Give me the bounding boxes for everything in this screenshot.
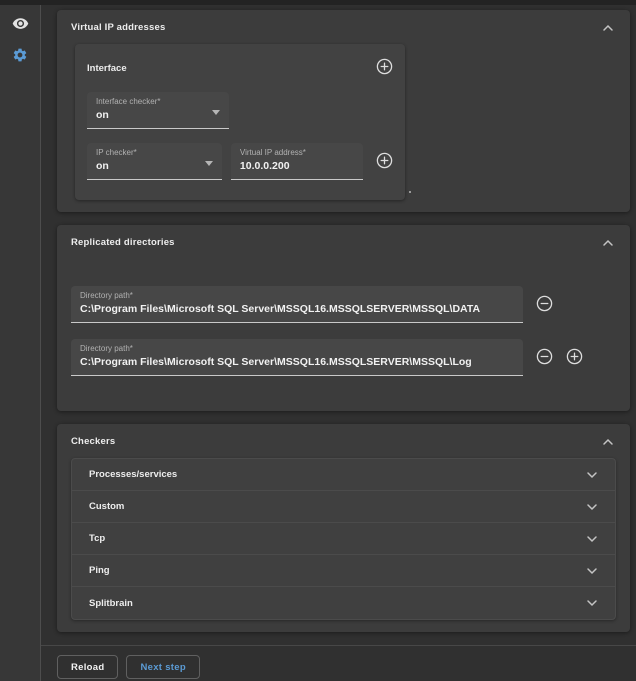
dropdown-arrow-icon [212, 110, 220, 115]
ip-checker-select[interactable]: IP checker* on [87, 143, 222, 180]
plus-circle-icon [376, 152, 393, 172]
collapse-virtual-ip-button[interactable] [600, 20, 616, 35]
minus-circle-icon [536, 348, 553, 368]
directory-path-value: C:\Program Files\Microsoft SQL Server\MS… [80, 356, 514, 368]
chevron-up-icon [602, 20, 614, 35]
reload-button[interactable]: Reload [57, 655, 118, 679]
minus-circle-icon [536, 295, 553, 315]
interface-checker-select[interactable]: Interface checker* on [87, 92, 229, 129]
chevron-down-icon [586, 498, 598, 516]
resize-grip-dot [409, 191, 411, 193]
checker-item-ping[interactable]: Ping [72, 555, 615, 587]
directory-path-label: Directory path* [80, 344, 514, 353]
checker-item-label: Tcp [89, 533, 105, 544]
eye-icon [12, 15, 29, 37]
chevron-down-icon [586, 466, 598, 484]
virtual-ip-address-value: 10.0.0.200 [240, 160, 354, 172]
chevron-up-icon [602, 434, 614, 449]
visibility-nav-button[interactable] [8, 14, 32, 38]
plus-circle-icon [566, 348, 583, 368]
checker-item-label: Processes/services [89, 469, 177, 480]
section-checkers: Checkers Processes/services Custom [57, 424, 630, 632]
directory-row: Directory path* C:\Program Files\Microso… [71, 339, 616, 376]
section-title-replicated-directories: Replicated directories [71, 237, 175, 248]
checker-item-processes-services[interactable]: Processes/services [72, 459, 615, 491]
checker-item-label: Splitbrain [89, 598, 133, 609]
checker-item-splitbrain[interactable]: Splitbrain [72, 587, 615, 619]
checker-item-custom[interactable]: Custom [72, 491, 615, 523]
add-virtual-ip-button[interactable] [376, 152, 393, 172]
remove-directory-button-1[interactable] [536, 295, 553, 315]
checker-item-label: Ping [89, 565, 110, 576]
interface-card: Interface Interface checker* on IP check… [75, 44, 405, 200]
collapse-checkers-button[interactable] [600, 434, 616, 449]
gear-icon [12, 47, 28, 68]
directory-path-label: Directory path* [80, 291, 514, 300]
virtual-ip-address-label: Virtual IP address* [240, 148, 354, 157]
checkers-accordion: Processes/services Custom Tcp Ping [71, 458, 616, 620]
chevron-down-icon [586, 530, 598, 548]
interface-checker-value: on [96, 109, 220, 121]
chevron-down-icon [586, 562, 598, 580]
ip-checker-label: IP checker* [96, 148, 213, 157]
section-virtual-ip-addresses: Virtual IP addresses Interface Interface… [57, 10, 630, 212]
add-interface-button[interactable] [376, 58, 393, 78]
virtual-ip-address-field[interactable]: Virtual IP address* 10.0.0.200 [231, 143, 363, 180]
directory-path-field-1[interactable]: Directory path* C:\Program Files\Microso… [71, 286, 523, 323]
checker-item-label: Custom [89, 501, 124, 512]
chevron-up-icon [602, 235, 614, 250]
collapse-replicated-directories-button[interactable] [600, 235, 616, 250]
section-title-virtual-ip: Virtual IP addresses [71, 22, 165, 33]
section-replicated-directories: Replicated directories Directory path* C… [57, 225, 630, 411]
directory-path-value: C:\Program Files\Microsoft SQL Server\MS… [80, 303, 514, 315]
dropdown-arrow-icon [205, 161, 213, 166]
interface-card-title: Interface [87, 63, 127, 74]
directory-row: Directory path* C:\Program Files\Microso… [71, 286, 616, 323]
sidebar [0, 5, 41, 681]
section-title-checkers: Checkers [71, 436, 115, 447]
plus-circle-icon [376, 58, 393, 78]
next-step-button[interactable]: Next step [126, 655, 199, 679]
chevron-down-icon [586, 594, 598, 612]
main-content: Virtual IP addresses Interface Interface… [41, 5, 636, 681]
add-directory-button[interactable] [566, 348, 583, 368]
remove-directory-button-2[interactable] [536, 348, 553, 368]
interface-checker-label: Interface checker* [96, 97, 220, 106]
settings-nav-button[interactable] [8, 45, 32, 69]
checker-item-tcp[interactable]: Tcp [72, 523, 615, 555]
footer-bar: Reload Next step [41, 645, 636, 679]
ip-checker-value: on [96, 160, 213, 172]
directory-path-field-2[interactable]: Directory path* C:\Program Files\Microso… [71, 339, 523, 376]
